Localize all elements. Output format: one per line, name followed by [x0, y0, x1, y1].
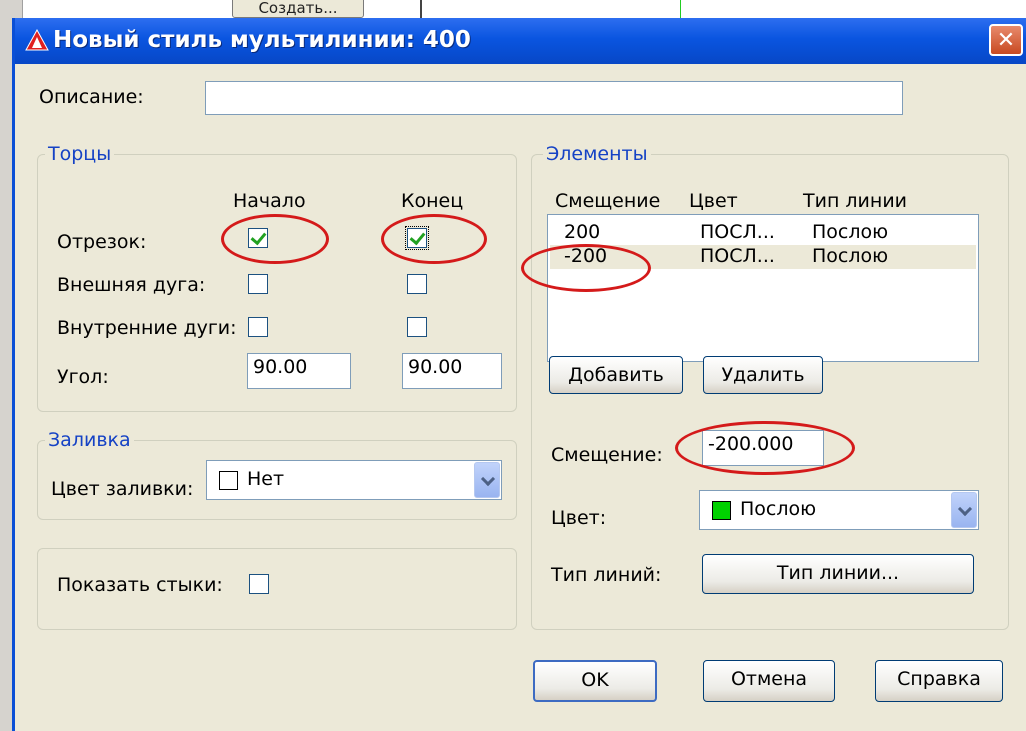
- element-color: ПОСЛ...: [700, 245, 775, 267]
- caps-end-header: Конец: [401, 190, 464, 212]
- linetype-button[interactable]: Тип линии...: [702, 554, 974, 594]
- help-button[interactable]: Справка: [875, 660, 1003, 702]
- elements-header-linetype: Тип линии: [803, 190, 908, 212]
- annotation-circle-offset-value: [675, 421, 855, 475]
- chevron-down-icon[interactable]: [951, 492, 977, 528]
- delete-element-button[interactable]: Удалить: [703, 356, 823, 394]
- autocad-app-icon: [25, 29, 49, 51]
- element-color-swatch: [712, 501, 731, 520]
- close-icon: ✕: [996, 28, 1016, 53]
- angle-end-input[interactable]: 90.00: [402, 353, 502, 389]
- fill-color-value: Нет: [247, 468, 285, 490]
- angle-label: Угол:: [57, 366, 109, 388]
- background-canvas: [0, 0, 1026, 18]
- fill-legend: Заливка: [45, 429, 134, 451]
- description-input[interactable]: [205, 81, 903, 115]
- multiline-style-dialog: Новый стиль мультилинии: 400 ✕ Описание:…: [12, 18, 1026, 731]
- inner-arcs-label: Внутренние дуги:: [57, 317, 237, 339]
- list-item[interactable]: 200 ПОСЛ... Послою: [550, 221, 976, 245]
- angle-start-input[interactable]: 90.00: [247, 353, 351, 389]
- annotation-circle-start-cap: [221, 214, 329, 264]
- add-element-button[interactable]: Добавить: [549, 356, 683, 394]
- element-offset: 200: [564, 221, 601, 243]
- outer-arc-label: Внешняя дуга:: [57, 274, 206, 296]
- caps-legend: Торцы: [45, 143, 115, 165]
- offset-label: Смещение:: [551, 444, 663, 466]
- background-create-button[interactable]: Создать...: [232, 0, 364, 18]
- annotation-circle-end-cap: [381, 214, 487, 264]
- linetype-label: Тип линий:: [551, 564, 662, 586]
- cancel-button[interactable]: Отмена: [703, 660, 835, 702]
- elements-header-color: Цвет: [689, 190, 738, 212]
- outer-arc-end-checkbox[interactable]: [407, 274, 427, 294]
- element-color-value: Послою: [740, 498, 817, 520]
- show-joints-label: Показать стыки:: [57, 574, 223, 596]
- show-joints-checkbox[interactable]: [249, 574, 269, 594]
- inner-arcs-end-checkbox[interactable]: [407, 317, 427, 337]
- fill-color-swatch: [219, 471, 238, 490]
- close-button[interactable]: ✕: [989, 24, 1023, 56]
- annotation-circle-offset-row: [521, 244, 651, 292]
- inner-arcs-start-checkbox[interactable]: [248, 317, 268, 337]
- fill-color-select[interactable]: Нет: [206, 460, 502, 500]
- element-linetype: Послою: [812, 221, 889, 243]
- chevron-down-icon[interactable]: [474, 462, 500, 498]
- line-cap-label: Отрезок:: [57, 231, 147, 253]
- element-color: ПОСЛ...: [700, 221, 775, 243]
- background-guide-line: [680, 0, 681, 18]
- dialog-title: Новый стиль мультилинии: 400: [53, 27, 471, 53]
- elements-legend: Элементы: [543, 143, 651, 165]
- ok-button[interactable]: OK: [533, 660, 657, 702]
- element-color-label: Цвет:: [551, 507, 607, 529]
- title-bar[interactable]: Новый стиль мультилинии: 400 ✕: [15, 18, 1026, 64]
- element-color-select[interactable]: Послою: [699, 490, 979, 530]
- fill-color-label: Цвет заливки:: [51, 478, 194, 500]
- outer-arc-start-checkbox[interactable]: [248, 274, 268, 294]
- background-divider: [420, 0, 422, 18]
- caps-start-header: Начало: [233, 190, 306, 212]
- element-linetype: Послою: [812, 245, 889, 267]
- elements-header-offset: Смещение: [555, 190, 661, 212]
- description-label: Описание:: [39, 86, 144, 108]
